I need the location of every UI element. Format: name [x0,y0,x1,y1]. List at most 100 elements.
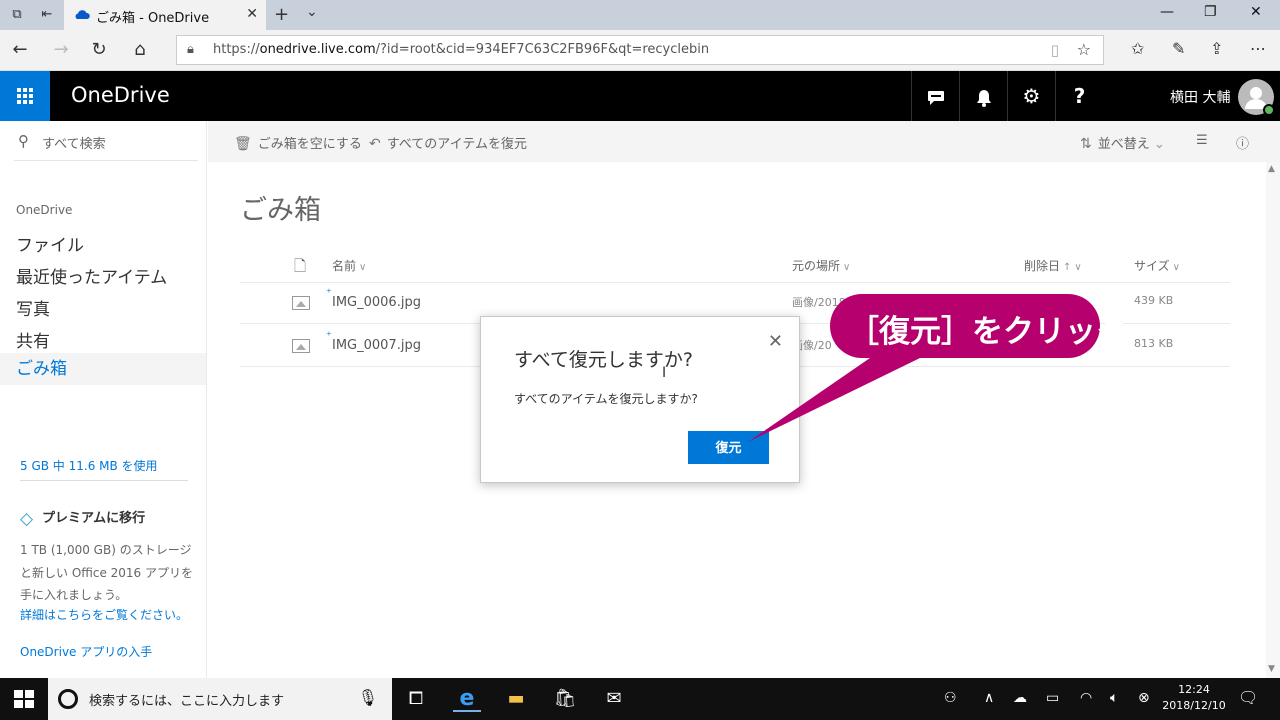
info-icon[interactable]: ⓘ [1236,133,1249,152]
file-size: 439 KB [1134,294,1174,307]
browser-tab[interactable]: ごみ箱 - OneDrive ✕ [64,0,266,30]
column-header-deleted[interactable]: 削除日 ↑ ∨ [1024,257,1082,274]
premium-details-link[interactable]: 詳細はこちらをご覧ください。 [20,606,188,623]
tab-title: ごみ箱 - OneDrive [96,11,210,26]
address-toolbar: ← → ↻ ⌂ 🔒︎ https://onedrive.live.com/?id… [0,30,1280,71]
sort-button[interactable]: ⇅ 並べ替え ⌄ [1080,133,1165,152]
sidebar-item-recent[interactable]: 最近使ったアイテム [16,263,167,288]
store-icon[interactable]: 🛍︎ [551,686,579,712]
file-type-header-icon[interactable]: 🗋︎ [294,256,306,281]
more-icon[interactable]: ⋯ [1250,39,1266,58]
reading-view-icon[interactable]: ▯ [1051,41,1059,59]
nav-divider [20,480,188,481]
set-aside-tabs-icon[interactable]: ⇤ [38,6,56,24]
sidebar-item-shared[interactable]: 共有 [16,327,50,352]
start-windows-icon[interactable] [14,690,34,708]
favorite-star-icon[interactable]: ☆ [1077,40,1091,59]
search-placeholder: すべて検索 [42,137,106,152]
microphone-icon[interactable]: 🎙︎ [358,688,378,707]
share-icon[interactable]: ⇪ [1210,39,1223,58]
storage-quota-link[interactable]: 5 GB 中 11.6 MB を使用 [20,457,158,474]
tab-manager-icon[interactable]: ⧉ [8,6,26,24]
home-icon[interactable]: ⌂ [129,39,151,61]
lock-icon: 🔒︎ [187,42,194,57]
forward-icon[interactable]: → [50,39,72,61]
new-tab-icon[interactable]: + [274,4,289,25]
header-divider [240,282,1230,283]
help-icon[interactable]: ? [1055,71,1103,121]
settings-gear-icon[interactable]: ⚙ [1007,71,1055,121]
get-app-link[interactable]: OneDrive アプリの入手 [20,643,152,660]
premium-heading[interactable]: ◇ プレミアムに移行 [20,507,145,529]
refresh-icon[interactable]: ↻ [88,39,110,61]
action-center-icon[interactable]: 🗨︎ [1238,688,1258,707]
tab-close-icon[interactable]: ✕ [246,6,258,22]
address-bar[interactable]: 🔒︎ https://onedrive.live.com/?id=root&ci… [176,35,1104,65]
pen-icon[interactable]: ✎ [1172,39,1185,58]
people-icon[interactable]: ⚇ [944,690,957,706]
notification-off-icon[interactable]: ⊗ [1138,690,1150,706]
command-bar: 🗑︎ ごみ箱を空にする ↶ すべてのアイテムを復元 ⇅ 並べ替え ⌄ ☰ ⓘ [208,121,1280,162]
sidebar-item-files[interactable]: ファイル [16,231,84,256]
onedrive-header: OneDrive ⚙ ? 横田 大輔 [0,71,1280,121]
edge-browser-icon[interactable]: e [453,686,481,712]
taskbar: 検索するには、ここに入力します 🎙︎ ⧠ e ▬ 🛍︎ ✉ ⚇ ∧ ☁ ▭ ◠ … [0,678,1280,720]
restore-dialog: すべて復元しますか? ✕ すべてのアイテムを復元しますか? 復元 [480,316,800,483]
volume-icon[interactable]: 🔈︎ [1110,690,1118,706]
chat-icon[interactable] [911,71,959,121]
image-file-icon [292,296,310,310]
column-header-name[interactable]: 名前 ∨ [332,257,366,274]
window-close-icon[interactable]: ✕ [1250,4,1262,20]
clock[interactable]: 12:24 2018/12/10 [1160,682,1228,714]
page-title: ごみ箱 [240,195,321,226]
browser-tab-bar: ⧉ ⇤ ごみ箱 - OneDrive ✕ + ⌄ — ❐ ✕ [0,0,1280,30]
onedrive-tray-icon[interactable]: ☁ [1013,690,1027,706]
image-file-icon [292,339,310,353]
search-input[interactable]: ⚲ すべて検索 [14,131,198,161]
file-name[interactable]: IMG_0007.jpg [326,329,421,353]
user-name[interactable]: 横田 大輔 [1170,87,1230,107]
minimize-icon[interactable]: — [1160,4,1174,20]
undo-icon: ↶ [369,136,381,152]
file-explorer-icon[interactable]: ▬ [502,686,530,712]
tray-chevron-icon[interactable]: ∧ [984,690,994,706]
favorites-icon[interactable]: ✩ [1131,39,1144,58]
taskbar-search-input[interactable]: 検索するには、ここに入力します 🎙︎ [48,678,392,720]
dialog-title: すべて復元しますか? [514,349,693,371]
task-view-icon[interactable]: ⧠ [402,686,430,712]
text-cursor-icon: I [662,365,667,381]
column-header-size[interactable]: サイズ ∨ [1134,257,1180,274]
scrollbar[interactable]: ▲ ▼ [1266,162,1280,678]
view-options-icon[interactable]: ☰ [1196,133,1208,148]
file-name[interactable]: IMG_0006.jpg [326,286,421,310]
sidebar-item-recycle-bin[interactable]: ごみ箱 [0,353,206,385]
mail-icon[interactable]: ✉ [600,686,628,712]
column-header-location[interactable]: 元の場所 ∨ [792,257,850,274]
left-nav: ⚲ すべて検索 OneDrive ファイル 最近使ったアイテム 写真 共有 ごみ… [0,121,207,678]
callout-text: ［復元］をクリック [848,314,1127,350]
diamond-icon: ◇ [20,509,34,529]
brand-title[interactable]: OneDrive [71,83,170,107]
notifications-bell-icon[interactable] [959,71,1007,121]
taskbar-search-placeholder: 検索するには、ここに入力します [89,694,285,709]
restore-button[interactable]: 復元 [688,431,769,464]
restore-icon[interactable]: ❐ [1204,4,1217,20]
premium-description: 1 TB (1,000 GB) のストレージと新しい Office 2016 ア… [20,543,194,602]
sidebar-item-photos[interactable]: 写真 [16,295,50,320]
restore-all-button[interactable]: ↶ すべてのアイテムを復元 [369,133,527,152]
back-icon[interactable]: ← [9,39,31,61]
empty-recycle-bin-button[interactable]: 🗑︎ ごみ箱を空にする [234,133,362,152]
scroll-down-icon[interactable]: ▼ [1268,664,1275,674]
wifi-icon[interactable]: ◠ [1080,690,1092,706]
cortana-icon [58,689,78,709]
scroll-up-icon[interactable]: ▲ [1268,164,1275,174]
dialog-close-icon[interactable]: ✕ [768,331,783,352]
dialog-message: すべてのアイテムを復元しますか? [514,392,698,406]
app-launcher-icon[interactable] [0,71,50,121]
battery-icon[interactable]: ▭ [1046,690,1059,706]
presence-icon [1263,104,1275,116]
avatar[interactable] [1238,79,1275,116]
url-text[interactable]: https://onedrive.live.com/?id=root&cid=9… [213,42,709,57]
trash-icon: 🗑︎ [234,136,252,152]
tab-list-chevron-icon[interactable]: ⌄ [306,4,318,20]
